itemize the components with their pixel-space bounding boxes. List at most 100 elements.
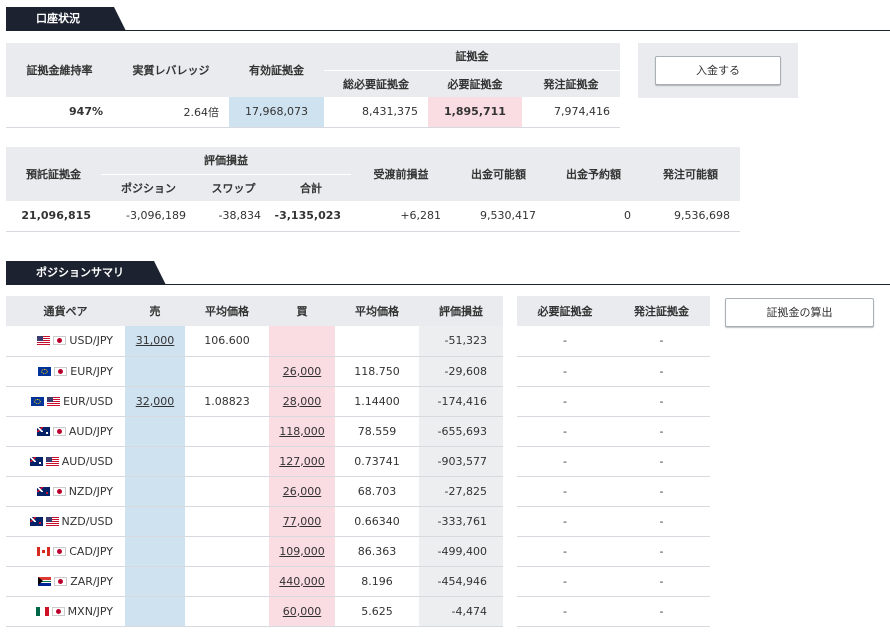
position-row: USD/JPY 31,000 106.600 -51,323- -	[6, 326, 710, 357]
pair-label: NZD/USD	[61, 514, 113, 528]
position-summary-table: 通貨ペア 売 平均価格 買 平均価格 評価損益 必要証拠金 発注証拠金 USD/…	[6, 296, 710, 627]
order-cell: -	[613, 356, 710, 387]
pair-label: EUR/JPY	[70, 364, 113, 378]
order-header: 発注証拠金	[613, 296, 710, 326]
position-row: EUR/JPY 26,000 118.750 -29,608- -	[6, 356, 710, 387]
position-row: EUR/USD 32,000 1.08823 28,000 1.14400 -174,41…	[6, 386, 710, 417]
buy-cell: 77,000	[269, 506, 335, 537]
buy-header: 買	[269, 296, 335, 326]
buy-cell: 60,000	[269, 596, 335, 627]
pair-cell: EUR/USD	[6, 386, 125, 417]
position-pl-header: ポジション	[101, 173, 196, 201]
sell-cell	[125, 566, 185, 597]
buy-amount-link[interactable]: 26,000	[283, 485, 322, 498]
avg-buy-cell: 0.73741	[335, 446, 419, 477]
required-cell: -	[517, 596, 613, 627]
avg-sell-cell	[185, 566, 269, 597]
orderable-header: 発注可能額	[641, 147, 741, 201]
avg-sell-cell	[185, 416, 269, 447]
position-row: AUD/USD 127,000 0.73741 -903,577- -	[6, 446, 710, 477]
pair-cell: EUR/JPY	[6, 356, 125, 387]
calc-margin-button[interactable]: 証拠金の算出	[725, 298, 874, 327]
avg-buy-cell: 118.750	[335, 356, 419, 387]
avg-sell-cell: 1.08823	[185, 386, 269, 417]
pl-cell: -174,416	[419, 386, 503, 417]
buy-amount-link[interactable]: 26,000	[283, 365, 322, 378]
quote-currency-flag-icon	[52, 426, 66, 436]
deposit-header: 預託証拠金	[6, 147, 101, 201]
buy-amount-link[interactable]: 127,000	[279, 455, 325, 468]
base-currency-flag-icon	[37, 336, 51, 346]
required-cell: -	[517, 566, 613, 597]
buy-amount-link[interactable]: 440,000	[279, 575, 325, 588]
pair-label: CAD/JPY	[69, 544, 113, 558]
order-cell: -	[613, 386, 710, 417]
sell-cell	[125, 596, 185, 627]
avg-buy-cell: 8.196	[335, 566, 419, 597]
pair-label: EUR/USD	[63, 394, 113, 408]
buy-amount-link[interactable]: 60,000	[283, 605, 322, 618]
order-cell: -	[613, 596, 710, 627]
buy-amount-link[interactable]: 77,000	[283, 515, 322, 528]
pl-header: 評価損益	[419, 296, 503, 326]
column-gap	[503, 566, 517, 596]
pl-total-header: 合計	[271, 173, 352, 201]
pair-label: NZD/JPY	[68, 484, 113, 498]
pl-cell: -903,577	[419, 446, 503, 477]
buy-cell: 440,000	[269, 566, 335, 597]
order-cell: -	[613, 536, 710, 567]
avg-buy-cell	[335, 326, 419, 357]
buy-cell: 127,000	[269, 446, 335, 477]
column-gap	[503, 506, 517, 536]
effective-margin-header: 有効証拠金	[229, 43, 324, 97]
quote-currency-flag-icon	[54, 366, 68, 376]
sell-header: 売	[125, 296, 185, 326]
avg-buy-cell: 86.363	[335, 536, 419, 567]
quote-currency-flag-icon	[52, 486, 66, 496]
column-gap	[503, 476, 517, 506]
column-gap	[503, 356, 517, 386]
order-margin-header: 発注証拠金	[522, 69, 620, 97]
sell-cell	[125, 446, 185, 477]
deposit-panel: 入金する	[638, 43, 798, 98]
quote-currency-flag-icon	[53, 336, 67, 346]
pl-cell: -29,608	[419, 356, 503, 387]
pl-cell: -454,946	[419, 566, 503, 597]
avg-sell-cell	[185, 446, 269, 477]
withdrawable-header: 出金可能額	[451, 147, 547, 201]
order-cell: -	[613, 476, 710, 507]
buy-cell: 26,000	[269, 476, 335, 507]
swap-header: スワップ	[196, 173, 271, 201]
pl-cell: -4,474	[419, 596, 503, 627]
avg-sell-cell	[185, 596, 269, 627]
required-margin-value: 1,895,711	[428, 97, 522, 128]
required-cell: -	[517, 476, 613, 507]
avg-sell-cell	[185, 356, 269, 387]
buy-amount-link[interactable]: 118,000	[279, 425, 325, 438]
balance-table: 預託証拠金 評価損益 受渡前損益 出金可能額 出金予約額 発注可能額 ポジション…	[6, 147, 741, 232]
buy-cell: 26,000	[269, 356, 335, 387]
pl-total-value: -3,135,023	[271, 201, 352, 232]
avg-sell-cell: 106.600	[185, 326, 269, 357]
deposit-button[interactable]: 入金する	[655, 56, 781, 85]
sell-cell	[125, 506, 185, 537]
buy-amount-link[interactable]: 109,000	[279, 545, 325, 558]
sell-amount-link[interactable]: 32,000	[136, 395, 175, 408]
sell-amount-link[interactable]: 31,000	[136, 334, 175, 347]
quote-currency-flag-icon	[47, 396, 61, 406]
leverage-value: 2.64倍	[113, 97, 229, 128]
margin-table: 証拠金維持率 実質レバレッジ 有効証拠金 証拠金 総必要証拠金 必要証拠金 発注…	[6, 43, 620, 128]
avg-buy-cell: 1.14400	[335, 386, 419, 417]
avg-buy-cell: 78.559	[335, 416, 419, 447]
position-summary-title-text: ポジションサマリ	[6, 261, 166, 285]
sell-cell	[125, 416, 185, 447]
position-row: ZAR/JPY 440,000 8.196 -454,946- -	[6, 566, 710, 597]
quote-currency-flag-icon	[45, 456, 59, 466]
column-gap	[503, 596, 517, 626]
avg-buy-cell: 0.66340	[335, 506, 419, 537]
required-margin-header: 必要証拠金	[428, 69, 522, 97]
required-cell: -	[517, 536, 613, 567]
column-gap	[503, 416, 517, 446]
section-divider	[6, 284, 890, 285]
buy-amount-link[interactable]: 28,000	[283, 395, 322, 408]
